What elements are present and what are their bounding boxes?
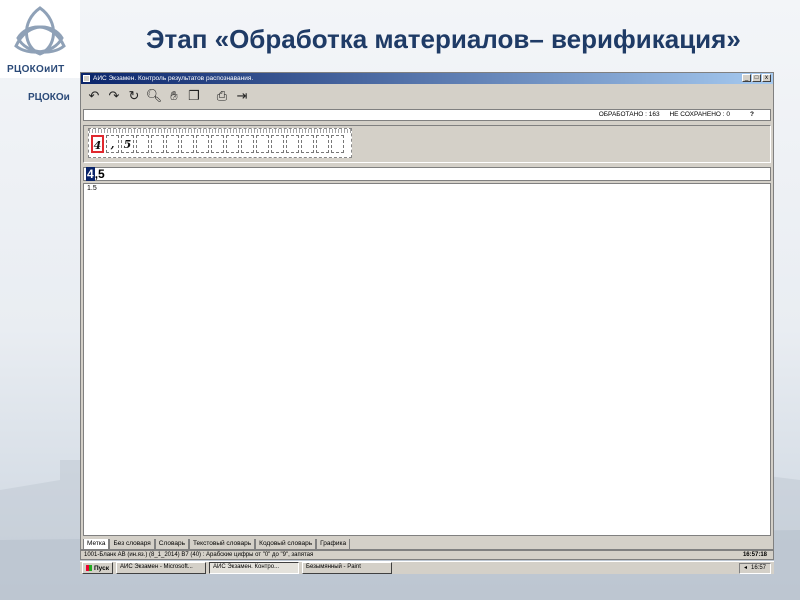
recognition-cell[interactable] xyxy=(256,135,269,153)
copy-icon[interactable]: ❐ xyxy=(185,87,203,105)
export-icon[interactable]: ⎙ xyxy=(213,87,231,105)
speaker-icon[interactable]: ◂ xyxy=(744,564,747,573)
recognition-cell[interactable] xyxy=(226,135,239,153)
recognition-image-panel: 4,5 xyxy=(83,125,771,163)
tab-bar: Метка Без словаря Словарь Текстовый слов… xyxy=(83,539,351,550)
status-time: 16:57:18 xyxy=(742,552,767,558)
taskbar: Пуск АИС Экзамен - Microsoft... АИС Экза… xyxy=(80,561,774,574)
taskbar-item-ais[interactable]: АИС Экзамен. Контро... xyxy=(209,562,299,574)
window-titlebar[interactable]: АИС Экзамен. Контроль результатов распоз… xyxy=(81,73,773,84)
tab-mark[interactable]: Метка xyxy=(83,539,110,550)
undo-icon[interactable]: ↶ xyxy=(85,87,103,105)
status-text: 1001-Бланк АВ (ин.яз.) (8_1_2014) В7 (40… xyxy=(84,552,314,558)
recognition-cell[interactable]: 5 xyxy=(121,135,134,153)
recognition-cell[interactable] xyxy=(151,135,164,153)
recognition-cell[interactable] xyxy=(271,135,284,153)
recognition-cell[interactable] xyxy=(211,135,224,153)
answer-selected-char: 4 xyxy=(86,167,95,181)
recognition-cell[interactable] xyxy=(331,135,344,153)
search-icon[interactable]: 🔍︎ xyxy=(145,87,163,105)
window-title: АИС Экзамен. Контроль результатов распоз… xyxy=(93,75,254,82)
recognition-cell-active[interactable]: 4 xyxy=(91,135,104,153)
scanned-hint-text xyxy=(89,129,351,133)
logo-text-repeat: РЦОКОи xyxy=(28,92,70,103)
answer-rest: ,5 xyxy=(94,167,105,181)
recognition-cell[interactable]: , xyxy=(106,135,119,153)
info-bar: ОБРАБОТАНО : 163 НЕ СОХРАНЕНО : 0 ? xyxy=(83,109,771,121)
processed-count: ОБРАБОТАНО : 163 xyxy=(598,111,660,118)
answer-field[interactable]: 4,5 xyxy=(83,167,771,181)
windows-flag-icon xyxy=(86,565,92,571)
slide-title: Этап «Обработка материалов– верификация» xyxy=(146,24,741,54)
unsaved-count: НЕ СОХРАНЕНО : 0 xyxy=(669,111,730,118)
start-button[interactable]: Пуск xyxy=(82,562,113,574)
recognition-cell[interactable] xyxy=(181,135,194,153)
close-button[interactable]: x xyxy=(762,74,771,82)
tray-clock: 16:57 xyxy=(750,565,766,571)
system-tray: ◂ 16:57 xyxy=(738,563,771,574)
maximize-button[interactable]: □ xyxy=(752,74,761,82)
scanned-field-strip: 4,5 xyxy=(88,128,352,158)
redo-icon[interactable]: ↷ xyxy=(105,87,123,105)
recognition-cell[interactable] xyxy=(136,135,149,153)
help-button[interactable]: ? xyxy=(750,110,754,120)
recognition-cell[interactable] xyxy=(286,135,299,153)
recognition-cell[interactable] xyxy=(301,135,314,153)
recognition-cell[interactable] xyxy=(241,135,254,153)
text-field[interactable]: 1.5 xyxy=(83,183,771,536)
hand-icon[interactable]: ✋︎ xyxy=(165,87,183,105)
taskbar-item-paint[interactable]: Безымянный - Paint xyxy=(302,562,392,574)
minimize-button[interactable]: _ xyxy=(742,74,751,82)
text-field-value: 1.5 xyxy=(87,185,97,192)
start-label: Пуск xyxy=(94,564,109,572)
app-window: АИС Экзамен. Контроль результатов распоз… xyxy=(80,72,774,550)
taskbar-item-word[interactable]: АИС Экзамен - Microsoft... xyxy=(116,562,206,574)
app-icon xyxy=(83,75,90,82)
refresh-icon[interactable]: ↻ xyxy=(125,87,143,105)
tab-dictionary[interactable]: Словарь xyxy=(154,539,189,550)
triquetra-logo-icon xyxy=(14,6,66,56)
toolbar-separator xyxy=(205,87,211,105)
toolbar: ↶ ↷ ↻ 🔍︎ ✋︎ ❐ ⎙ ⇥ xyxy=(83,86,771,106)
tab-code-dictionary[interactable]: Кодовый словарь xyxy=(255,539,317,550)
recognition-cell[interactable] xyxy=(196,135,209,153)
exit-icon[interactable]: ⇥ xyxy=(233,87,251,105)
tab-text-dictionary[interactable]: Текстовый словарь xyxy=(188,539,256,550)
recognition-cell[interactable] xyxy=(316,135,329,153)
tab-graphics[interactable]: Графика xyxy=(316,539,351,550)
recognition-cell[interactable] xyxy=(166,135,179,153)
logo-text: РЦОКОиИТ xyxy=(7,64,65,75)
tab-no-dictionary[interactable]: Без словаря xyxy=(109,539,155,550)
status-bar: 1001-Бланк АВ (ин.яз.) (8_1_2014) В7 (40… xyxy=(80,550,774,560)
logo: РЦОКОиИТ xyxy=(0,0,80,78)
